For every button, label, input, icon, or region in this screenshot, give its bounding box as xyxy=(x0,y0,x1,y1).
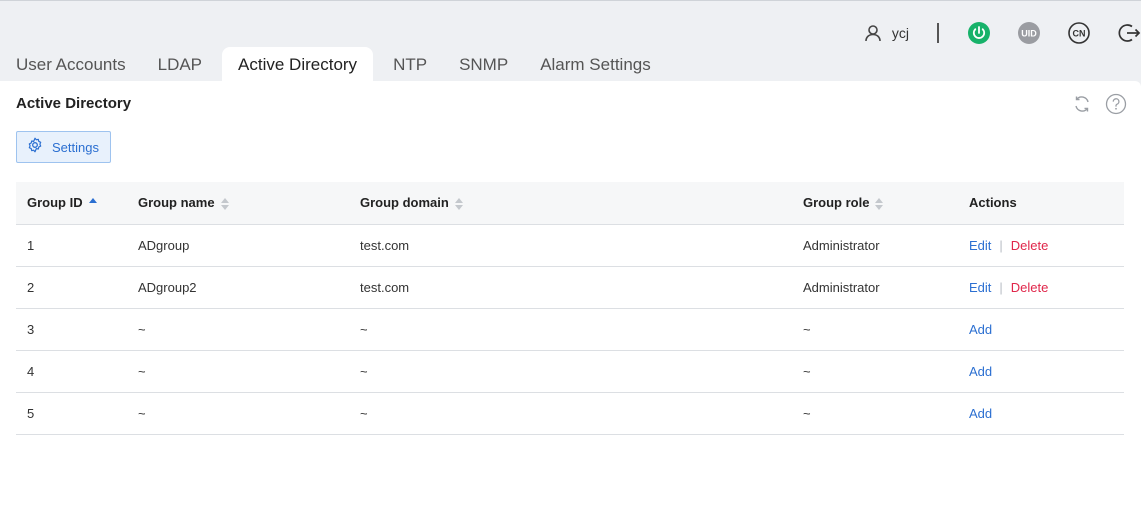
add-link[interactable]: Add xyxy=(969,322,992,337)
group-table: Group ID Group name Group domain Group r… xyxy=(16,182,1124,435)
column-label: Group domain xyxy=(360,195,449,211)
table-row: 3 ~ ~ ~ Add xyxy=(16,308,1124,351)
column-header-group-domain[interactable]: Group domain xyxy=(349,182,792,225)
cell-group-role: Administrator xyxy=(792,266,958,309)
cell-actions: Add xyxy=(958,308,1124,351)
logout-icon[interactable] xyxy=(1117,21,1141,45)
tab-ntp[interactable]: NTP xyxy=(377,47,443,82)
delete-link[interactable]: Delete xyxy=(1011,280,1049,295)
cell-group-name: ~ xyxy=(127,350,349,393)
refresh-icon[interactable] xyxy=(1071,93,1093,115)
content-panel: Active Directory Settings Group ID Group… xyxy=(0,81,1141,516)
cell-group-id: 1 xyxy=(16,224,127,267)
user-icon[interactable] xyxy=(864,23,884,43)
sort-ascending-icon[interactable] xyxy=(88,197,97,210)
column-header-group-name[interactable]: Group name xyxy=(127,182,349,225)
table-row: 2 ADgroup2 test.com Administrator Edit | D… xyxy=(16,266,1124,309)
cell-group-domain: ~ xyxy=(349,392,792,435)
cell-group-domain: test.com xyxy=(349,266,792,309)
tab-snmp[interactable]: SNMP xyxy=(443,47,524,82)
cell-actions: Add xyxy=(958,392,1124,435)
help-icon[interactable] xyxy=(1105,93,1127,115)
column-label: Actions xyxy=(969,195,1017,211)
column-label: Group name xyxy=(138,195,215,211)
top-bar: ycj UID CN User Accounts LDAP Active Dir… xyxy=(0,0,1141,82)
cell-group-domain: test.com xyxy=(349,224,792,267)
gear-icon xyxy=(27,137,43,158)
tab-user-accounts[interactable]: User Accounts xyxy=(0,47,142,82)
tab-active-directory[interactable]: Active Directory xyxy=(222,47,374,82)
tab-bar: User Accounts LDAP Active Directory NTP … xyxy=(0,47,667,82)
cell-group-domain: ~ xyxy=(349,308,792,351)
cell-group-role: ~ xyxy=(792,392,958,435)
cell-group-name: ~ xyxy=(127,308,349,351)
cn-icon[interactable]: CN xyxy=(1067,21,1091,45)
cell-group-role: ~ xyxy=(792,308,958,351)
settings-button-label: Settings xyxy=(52,139,99,155)
header-divider xyxy=(937,23,939,43)
edit-link[interactable]: Edit xyxy=(969,238,991,253)
cell-group-role: Administrator xyxy=(792,224,958,267)
cn-label: CN xyxy=(1073,29,1086,39)
cell-group-domain: ~ xyxy=(349,350,792,393)
column-label: Group role xyxy=(803,195,870,211)
column-header-group-id[interactable]: Group ID xyxy=(16,182,127,225)
uid-icon[interactable]: UID xyxy=(1017,21,1041,45)
add-link[interactable]: Add xyxy=(969,406,992,421)
power-icon[interactable] xyxy=(967,21,991,45)
cell-group-id: 3 xyxy=(16,308,127,351)
header-actions: ycj UID CN xyxy=(864,19,1141,47)
cell-group-role: ~ xyxy=(792,350,958,393)
page-title: Active Directory xyxy=(16,95,132,112)
sort-icon[interactable] xyxy=(875,197,884,210)
tab-alarm-settings[interactable]: Alarm Settings xyxy=(524,47,667,82)
panel-tools xyxy=(1059,93,1127,115)
table-row: 5 ~ ~ ~ Add xyxy=(16,392,1124,435)
cell-group-id: 5 xyxy=(16,392,127,435)
action-separator: | xyxy=(999,237,1003,253)
action-separator: | xyxy=(999,279,1003,295)
tab-ldap[interactable]: LDAP xyxy=(142,47,218,82)
cell-group-id: 4 xyxy=(16,350,127,393)
delete-link[interactable]: Delete xyxy=(1011,238,1049,253)
cell-group-id: 2 xyxy=(16,266,127,309)
sort-icon[interactable] xyxy=(454,197,463,210)
table-row: 1 ADgroup test.com Administrator Edit | De… xyxy=(16,224,1124,267)
table-row: 4 ~ ~ ~ Add xyxy=(16,350,1124,393)
add-link[interactable]: Add xyxy=(969,364,992,379)
column-header-group-role[interactable]: Group role xyxy=(792,182,958,225)
column-label: Group ID xyxy=(27,195,83,211)
uid-label: UID xyxy=(1021,29,1037,39)
cell-actions: Add xyxy=(958,350,1124,393)
sort-icon[interactable] xyxy=(220,197,229,210)
cell-group-name: ADgroup xyxy=(127,224,349,267)
edit-link[interactable]: Edit xyxy=(969,280,991,295)
settings-button[interactable]: Settings xyxy=(16,131,111,163)
username[interactable]: ycj xyxy=(892,25,909,41)
cell-group-name: ~ xyxy=(127,392,349,435)
cell-actions: Edit | Delete xyxy=(958,266,1124,309)
column-header-actions: Actions xyxy=(958,182,1124,225)
cell-actions: Edit | Delete xyxy=(958,224,1124,267)
table-header-row: Group ID Group name Group domain Group r… xyxy=(16,182,1124,225)
cell-group-name: ADgroup2 xyxy=(127,266,349,309)
